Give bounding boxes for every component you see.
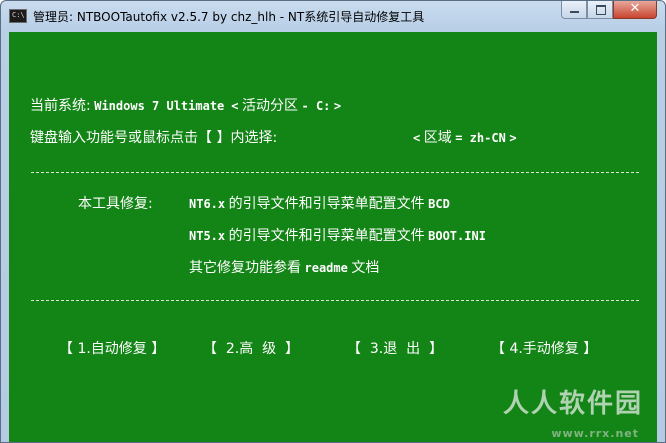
window-controls: ✕ [561,1,657,21]
region-value: = zh-CN [455,131,506,145]
close-button[interactable]: ✕ [613,1,657,19]
region-close: > [509,131,517,145]
repair-text: 文档 [351,260,380,276]
divider-top [31,172,639,173]
repair-item-nt6: NT6.x 的引导文件和引导菜单配置文件 BCD [189,196,450,213]
console-icon[interactable]: C:\ [9,9,27,23]
repair-code: NT6.x [189,197,226,211]
current-system-label: 当前系统: [30,98,91,114]
repair-code: readme [304,261,348,275]
minimize-icon [570,11,579,13]
repair-code: NT5.x [189,229,226,243]
prompt-line: 键盘输入功能号或鼠标点击【 】内选择: [30,130,278,146]
repair-text: 的引导文件和引导菜单配置文件 [228,228,425,244]
minimize-button[interactable] [561,1,587,19]
repair-item-other: 其它修复功能参看 readme 文档 [189,260,379,277]
title-bar[interactable]: C:\ 管理员: NTBOOTautofix v2.5.7 by chz_hlh… [1,1,665,31]
console-area: 当前系统: Windows 7 Ultimate < 活动分区 - C: > 键… [9,32,657,442]
region-open: < [413,131,421,145]
maximize-icon [596,5,606,15]
partition-value: - C: [301,99,331,113]
close-icon: ✕ [629,1,641,16]
maximize-button[interactable] [587,1,613,19]
menu-advanced-button[interactable]: 【 2.高 级 】 [203,338,299,358]
console-icon-text: C:\ [12,11,25,19]
menu-manual-repair-button[interactable]: 【 4.手动修复 】 [491,338,597,358]
current-system-value: Windows 7 Ultimate [94,99,225,113]
repair-text: 的引导文件和引导菜单配置文件 [228,196,425,212]
repairs-heading: 本工具修复: [78,196,153,212]
menu-auto-repair-button[interactable]: 【 1.自动修复 】 [59,338,165,358]
repair-pre: 其它修复功能参看 [189,260,301,276]
partition-close: > [333,99,342,113]
partition-open: < [231,99,239,113]
divider-bottom [31,300,639,301]
app-window: C:\ 管理员: NTBOOTautofix v2.5.7 by chz_hlh… [0,0,666,443]
menu-exit-button[interactable]: 【 3.退 出 】 [347,338,443,358]
repair-target: BCD [428,197,450,211]
watermark: 人人软件园 [502,389,643,419]
window-title: 管理员: NTBOOTautofix v2.5.7 by chz_hlh - N… [33,10,425,24]
region-label: 区域 [423,130,452,146]
region-line: < 区域 = zh-CN > [413,130,517,147]
repair-target: BOOT.INI [428,229,486,243]
repair-item-nt5: NT5.x 的引导文件和引导菜单配置文件 BOOT.INI [189,228,486,245]
current-system-line: 当前系统: Windows 7 Ultimate < 活动分区 - C: > [30,98,341,115]
watermark-url: www.rrx.net [551,427,639,440]
partition-label: 活动分区 [242,98,298,114]
